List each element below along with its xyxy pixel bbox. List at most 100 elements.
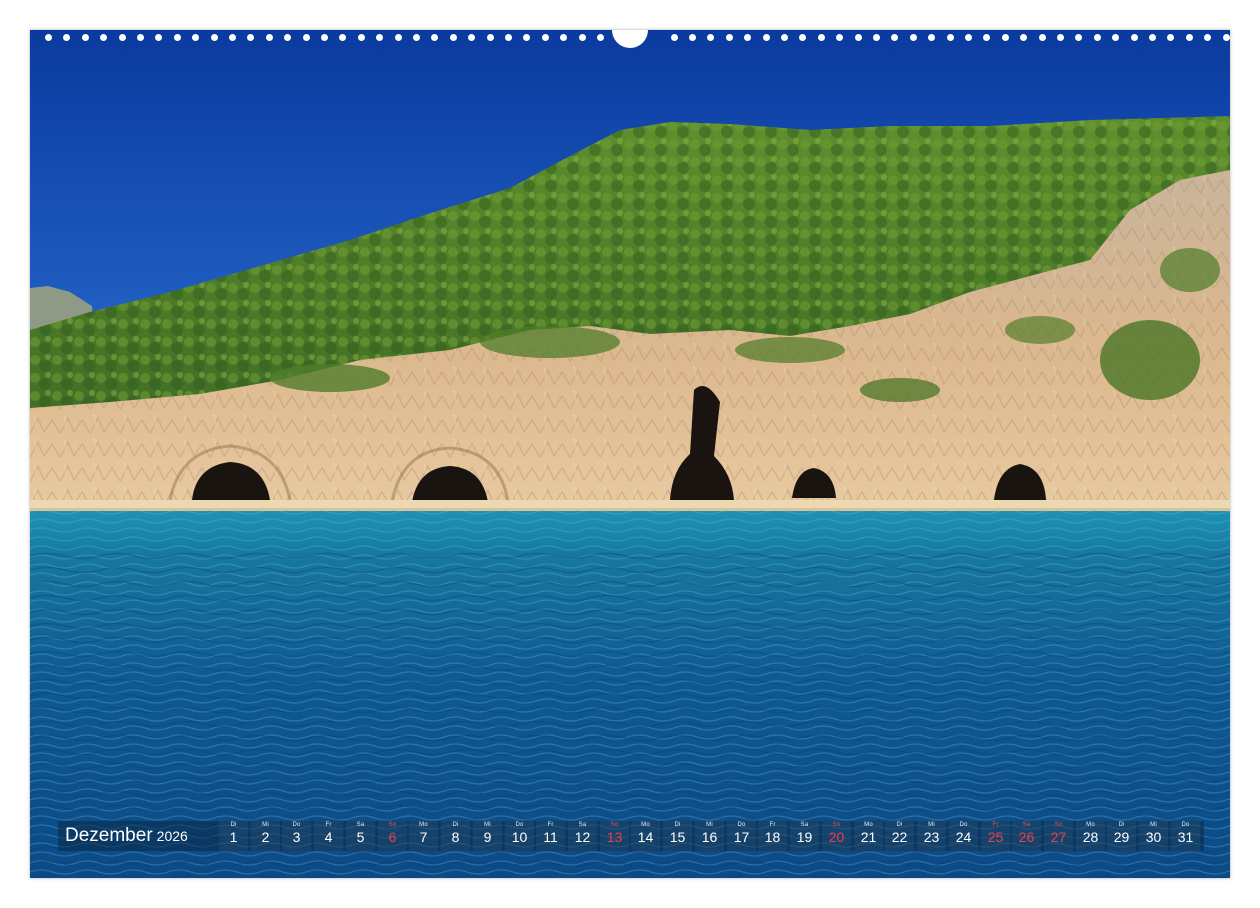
binding-hole xyxy=(910,34,917,41)
day-number: 3 xyxy=(292,829,301,845)
weekday-label: Mo xyxy=(641,822,650,828)
day-cell: So 27 xyxy=(1044,821,1073,851)
binding-hole xyxy=(211,34,218,41)
day-cell: Do 17 xyxy=(727,821,756,851)
binding-hole xyxy=(100,34,107,41)
binding-hole xyxy=(928,34,935,41)
weekday-label: Mo xyxy=(864,822,873,828)
day-number: 27 xyxy=(1050,829,1067,845)
binding-hole xyxy=(891,34,898,41)
weekday-label: Do xyxy=(1181,822,1190,828)
weekday-label: Mo xyxy=(419,822,428,828)
binding-hole xyxy=(1149,34,1156,41)
binding-hole xyxy=(781,34,788,41)
binding-hole xyxy=(1094,34,1101,41)
binding-hole xyxy=(873,34,880,41)
day-number: 15 xyxy=(669,829,686,845)
day-cell: Di 1 xyxy=(219,821,248,851)
binding-hole xyxy=(1167,34,1174,41)
binding-hole xyxy=(174,34,181,41)
binding-hole xyxy=(358,34,365,41)
binding-hole xyxy=(726,34,733,41)
weekday-label: Do xyxy=(292,822,301,828)
day-number: 4 xyxy=(324,829,333,845)
day-cell: Sa 26 xyxy=(1012,821,1041,851)
day-cell: Mo 7 xyxy=(409,821,438,851)
day-cell: Do 31 xyxy=(1171,821,1200,851)
day-cell: So 13 xyxy=(600,821,629,851)
month-name: Dezember xyxy=(65,825,153,846)
binding-hole xyxy=(284,34,291,41)
day-cell: Mi 30 xyxy=(1139,821,1168,851)
binding-hole xyxy=(1186,34,1193,41)
weekday-label: So xyxy=(388,822,397,828)
day-cell: Mi 16 xyxy=(695,821,724,851)
day-cell: Fr 25 xyxy=(981,821,1010,851)
binding-hole xyxy=(689,34,696,41)
weekday-label: So xyxy=(610,822,619,828)
weekday-label: Sa xyxy=(800,822,809,828)
weekday-label: Mi xyxy=(928,822,935,828)
day-number: 20 xyxy=(828,829,845,845)
day-number: 22 xyxy=(891,829,908,845)
binding-hole xyxy=(1223,34,1230,41)
day-cell: Fr 4 xyxy=(314,821,343,851)
day-number: 24 xyxy=(955,829,972,845)
binding-hole xyxy=(395,34,402,41)
day-number: 10 xyxy=(511,829,528,845)
day-number: 18 xyxy=(764,829,781,845)
binding-hole xyxy=(1075,34,1082,41)
binding-hole xyxy=(763,34,770,41)
binding-hole xyxy=(413,34,420,41)
day-number: 23 xyxy=(923,829,940,845)
weekday-label: Di xyxy=(896,822,903,828)
day-cell: Fr 18 xyxy=(758,821,787,851)
weekday-label: Mo xyxy=(1086,822,1095,828)
day-cell: Sa 19 xyxy=(790,821,819,851)
binding-hole xyxy=(119,34,126,41)
weekday-label: Sa xyxy=(578,822,587,828)
binding-hole xyxy=(229,34,236,41)
binding-hole xyxy=(855,34,862,41)
day-number: 13 xyxy=(606,829,623,845)
binding-hole xyxy=(431,34,438,41)
binding-hole xyxy=(818,34,825,41)
day-number: 9 xyxy=(483,829,492,845)
day-cell: Di 15 xyxy=(663,821,692,851)
weekday-label: Di xyxy=(674,822,681,828)
binding-hole xyxy=(450,34,457,41)
binding-hole xyxy=(1020,34,1027,41)
weekday-label: Fr xyxy=(769,822,776,828)
binding-hole xyxy=(137,34,144,41)
binding-hole xyxy=(247,34,254,41)
binding-hole xyxy=(1057,34,1064,41)
day-cell: Mi 2 xyxy=(251,821,280,851)
landscape-photo xyxy=(30,30,1230,878)
binding-hole xyxy=(965,34,972,41)
binding-hole xyxy=(468,34,475,41)
weekday-label: Do xyxy=(515,822,524,828)
day-cell: Mi 9 xyxy=(473,821,502,851)
binding-hole xyxy=(1131,34,1138,41)
day-number: 19 xyxy=(796,829,813,845)
day-number: 25 xyxy=(987,829,1004,845)
month-title: Dezember 2026 xyxy=(65,825,188,847)
day-cell: Do 3 xyxy=(282,821,311,851)
day-number: 11 xyxy=(543,829,558,845)
weekday-label: Mi xyxy=(1150,822,1157,828)
binding-hole xyxy=(505,34,512,41)
day-number: 16 xyxy=(701,829,718,845)
day-cell: Do 10 xyxy=(505,821,534,851)
binding-hole xyxy=(266,34,273,41)
weekday-label: Fr xyxy=(325,822,332,828)
weekday-label: Sa xyxy=(356,822,365,828)
day-number: 17 xyxy=(733,829,750,845)
binding-hole xyxy=(487,34,494,41)
binding-hole xyxy=(560,34,567,41)
binding-hole xyxy=(321,34,328,41)
day-number: 30 xyxy=(1145,829,1162,845)
day-cell: Mi 23 xyxy=(917,821,946,851)
binding-hole xyxy=(1002,34,1009,41)
binding-hole xyxy=(339,34,346,41)
day-number: 31 xyxy=(1177,829,1194,845)
